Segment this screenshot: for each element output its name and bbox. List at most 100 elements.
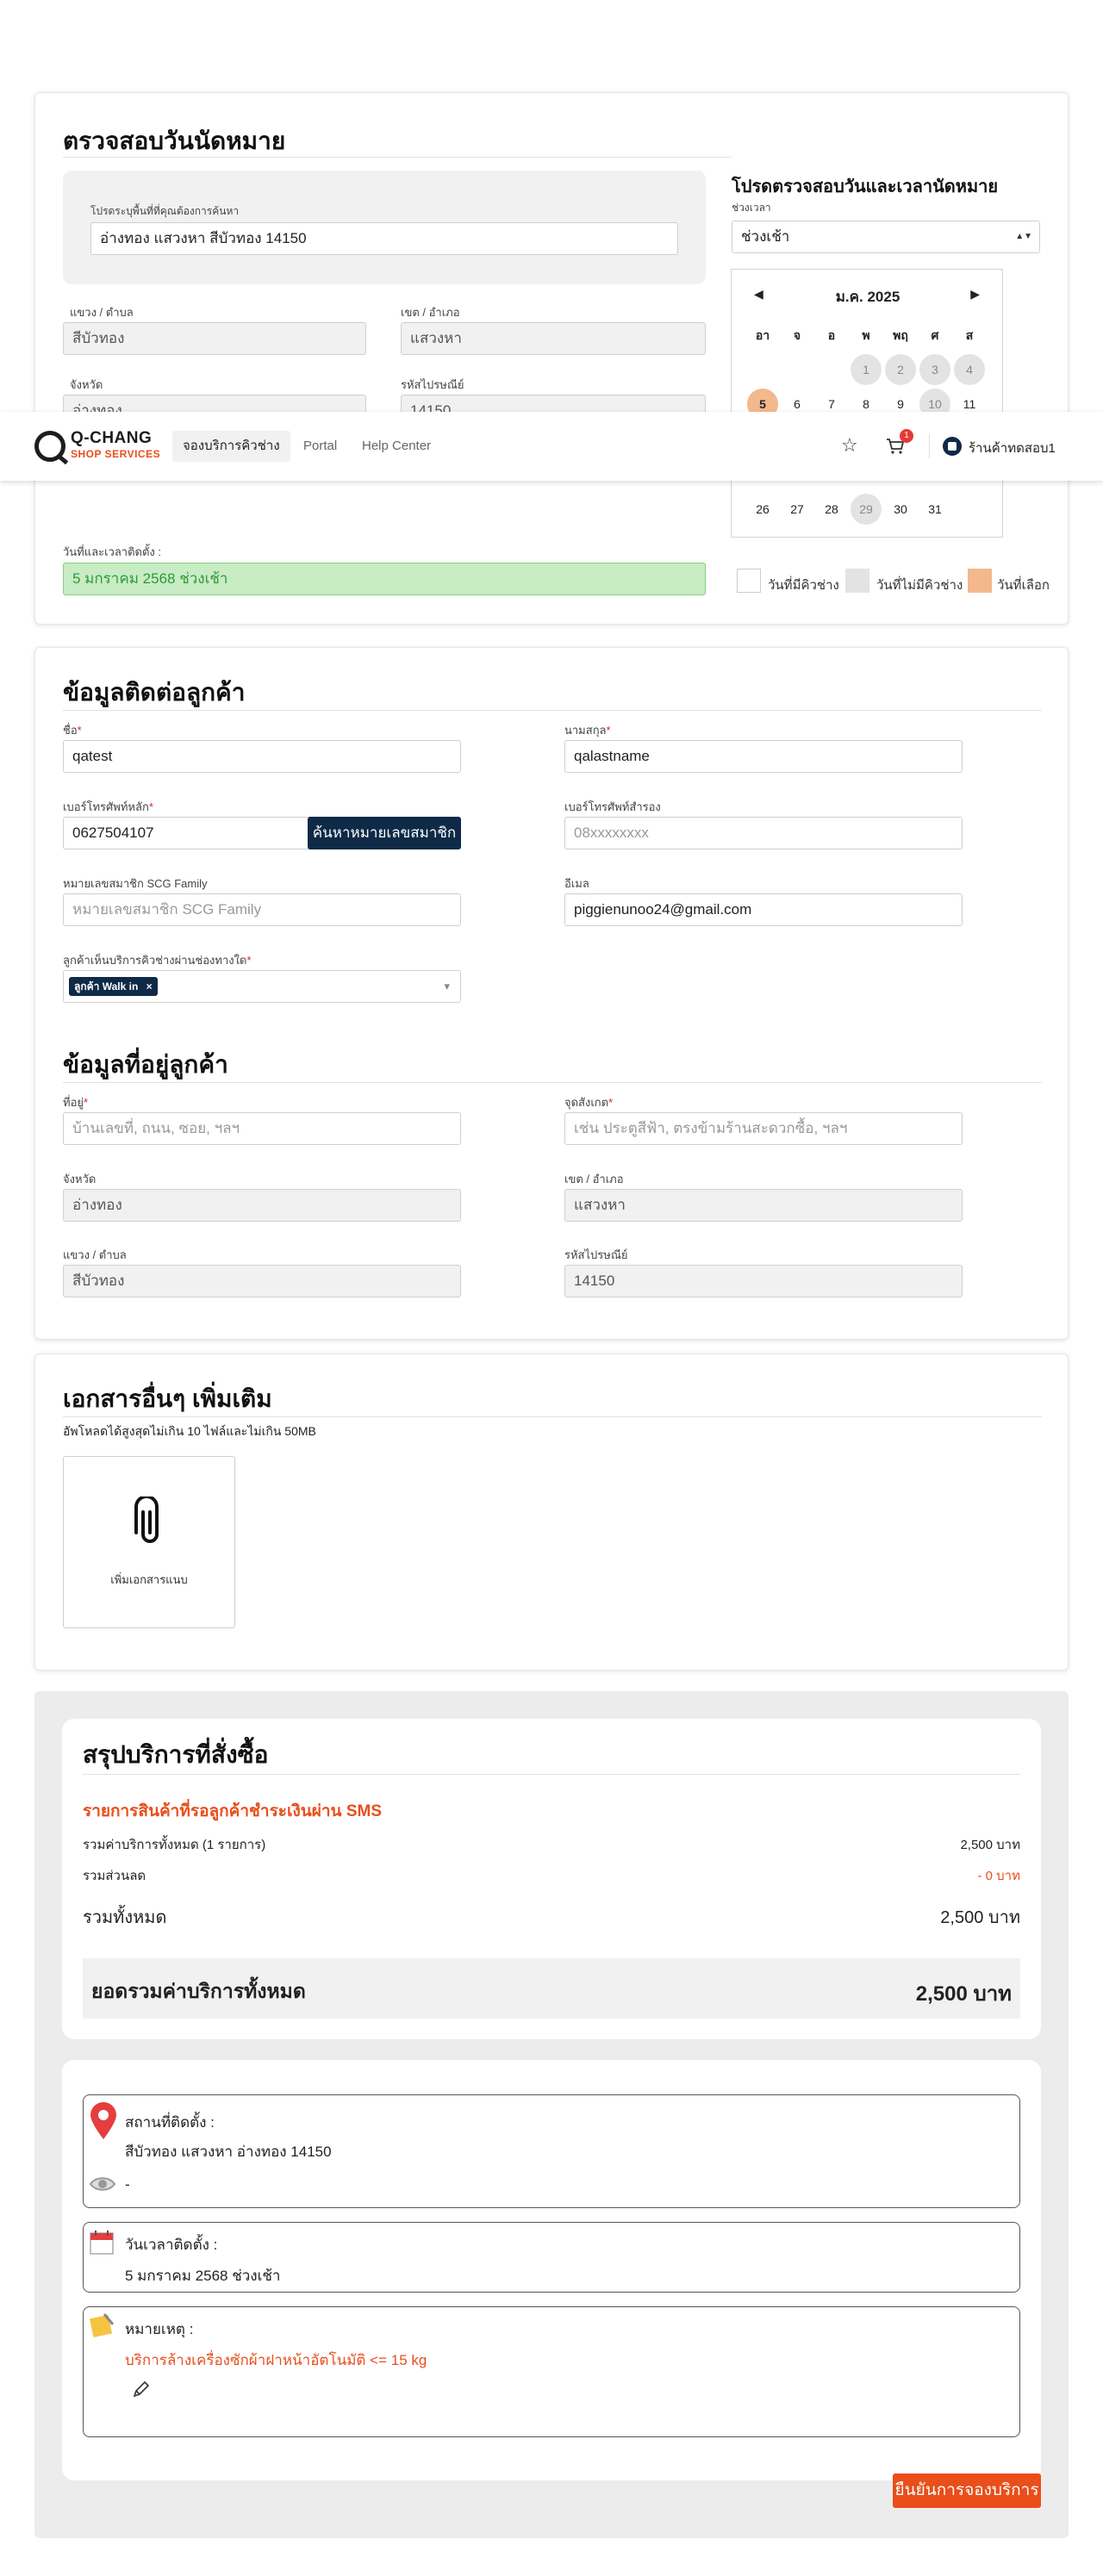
weekday-label: พฤ xyxy=(893,328,908,342)
legend-unavailable-label: วันที่ไม่มีคิวช่าง xyxy=(876,578,963,593)
documents-divider xyxy=(63,1416,1042,1417)
edit-pencil-icon[interactable] xyxy=(132,2380,151,2403)
memo-icon xyxy=(89,2312,115,2343)
location-label: สถานที่ติดตั้ง : xyxy=(125,2114,215,2131)
calendar-month: ม.ค. 2025 xyxy=(835,289,900,305)
search-member-button[interactable]: ค้นหาหมายเลขสมาชิก xyxy=(308,817,461,849)
shop-avatar-icon[interactable] xyxy=(943,437,962,456)
calendar-day[interactable]: 30 xyxy=(885,494,916,525)
calendar-day: 2 xyxy=(885,354,916,385)
grand-total-value: 2,500 บาท xyxy=(915,1982,1012,2006)
header-divider xyxy=(929,434,930,458)
discount-value: - 0 บาท xyxy=(977,1869,1020,1883)
addr-postcode-label: รหัสไปรษณีย์ xyxy=(564,1248,628,1261)
weekday-label: ส xyxy=(965,328,974,342)
documents-subtitle: อัพโหลดได้สูงสุดไม่เกิน 10 ไฟล์และไม่เกิ… xyxy=(63,1424,316,1438)
landmark-label: จุดสังเกต* xyxy=(564,1096,614,1109)
documents-title: เอกสารอื่นๆ เพิ่มเติม xyxy=(63,1385,272,1412)
first-name-input[interactable]: qatest xyxy=(63,740,461,773)
legend-available-label: วันที่มีคิวช่าง xyxy=(768,578,839,593)
legend-available-swatch xyxy=(737,569,761,593)
weekday-label: ศ xyxy=(931,328,939,342)
calendar-day[interactable]: 31 xyxy=(919,494,950,525)
calendar-next-icon[interactable]: ▶ xyxy=(970,287,980,302)
remark-value: บริการล้างเครื่องซักผ้าฝาหน้าอัตโนมัติ <… xyxy=(125,2352,427,2368)
remark-label: หมายเหตุ : xyxy=(125,2321,194,2337)
email-label: อีเมล xyxy=(564,877,589,890)
calendar-day[interactable]: 27 xyxy=(782,494,813,525)
customer-title: ข้อมูลติดต่อลูกค้า xyxy=(63,679,246,706)
address-divider xyxy=(63,1082,1042,1083)
alt-phone-label: เบอร์โทรศัพท์สำรอง xyxy=(564,800,661,813)
member-input[interactable]: หมายเลขสมาชิก SCG Family xyxy=(63,893,461,926)
calendar-day[interactable]: 28 xyxy=(816,494,847,525)
customer-divider xyxy=(63,710,1042,711)
add-document-label: เพิ่มเอกสารแนบ xyxy=(110,1573,188,1586)
total-label: รวมทั้งหมด xyxy=(83,1908,167,1927)
calendar-day[interactable]: 26 xyxy=(747,494,778,525)
cart-count-badge: 1 xyxy=(900,429,913,443)
alt-phone-input[interactable]: 08xxxxxxxx xyxy=(564,817,963,849)
addr-subdistrict-field: สีบัวทอง xyxy=(63,1265,461,1297)
area-input[interactable]: อ่างทอง แสวงหา สีบัวทอง 14150 xyxy=(90,222,678,255)
weekday-label: อ xyxy=(827,328,836,342)
calendar-icon xyxy=(89,2230,115,2260)
slot-select[interactable]: ช่วงเช้า ▲▼ xyxy=(732,221,1040,253)
dropdown-caret-icon: ▾ xyxy=(444,980,450,992)
weekday-label: อา xyxy=(755,328,770,342)
check-title: โปรดตรวจสอบวันและเวลานัดหมาย xyxy=(732,177,999,196)
summary-card: สรุปบริการที่สั่งซื้อ รายการสินค้าที่รอล… xyxy=(62,1719,1041,2039)
landmark-input[interactable]: เช่น ประตูสีฟ้า, ตรงข้ามร้านสะดวกซื้อ, ฯ… xyxy=(564,1112,963,1145)
logo-subtext[interactable]: SHOP SERVICES xyxy=(71,448,160,460)
phone-input[interactable]: 0627504107 xyxy=(63,817,321,849)
province-label: จังหวัด xyxy=(70,378,103,391)
subtotal-label: รวมค่าบริการทั้งหมด (1 รายการ) xyxy=(83,1838,266,1852)
appointment-title: ตรวจสอบวันนัดหมาย xyxy=(63,128,286,154)
q-chang-logo-icon[interactable] xyxy=(34,431,65,462)
grand-total-label: ยอดรวมค่าบริการทั้งหมด xyxy=(91,1980,306,2002)
grand-total-bar: ยอดรวมค่าบริการทั้งหมด 2,500 บาท xyxy=(83,1958,1020,2019)
favorite-star-icon[interactable]: ☆ xyxy=(841,434,858,457)
email-input[interactable]: piggienunoo24@gmail.com xyxy=(564,893,963,926)
install-date-box: วันเวลาติดตั้ง : 5 มกราคม 2568 ช่วงเช้า xyxy=(83,2222,1020,2293)
confirm-booking-button[interactable]: ยืนยันการจองบริการ xyxy=(893,2473,1041,2508)
phone-label: เบอร์โทรศัพท์หลัก* xyxy=(63,800,153,813)
install-date-value: 5 มกราคม 2568 ช่วงเช้า xyxy=(125,2268,281,2284)
location-note: - xyxy=(125,2176,130,2193)
channel-select[interactable]: ลูกค้า Walk in × ▾ xyxy=(63,970,461,1003)
nav-help-center[interactable]: Help Center xyxy=(352,431,441,462)
subdistrict-field: สีบัวทอง xyxy=(63,322,366,355)
chip-remove-icon[interactable]: × xyxy=(146,980,153,992)
location-value: สีบัวทอง แสวงหา อ่างทอง 14150 xyxy=(125,2144,332,2160)
last-name-label: นามสกุล* xyxy=(564,724,611,737)
order-summary-section: สรุปบริการที่สั่งซื้อ รายการสินค้าที่รอล… xyxy=(34,1691,1069,2538)
slot-label: ช่วงเวลา xyxy=(732,202,771,214)
addr-province-field: อ่างทอง xyxy=(63,1189,461,1222)
subdistrict-label: แขวง / ตำบล xyxy=(70,306,134,319)
legend-unavailable-swatch xyxy=(845,569,869,593)
last-name-input[interactable]: qalastname xyxy=(564,740,963,773)
remark-box: หมายเหตุ : บริการล้างเครื่องซักผ้าฝาหน้า… xyxy=(83,2306,1020,2437)
addr-subdistrict-label: แขวง / ตำบล xyxy=(63,1248,127,1261)
select-arrows-icon: ▲▼ xyxy=(1015,232,1032,241)
legend-selected-swatch xyxy=(968,569,992,593)
customer-card: ข้อมูลติดต่อลูกค้า ชื่อ* qatest นามสกุล*… xyxy=(34,647,1069,1340)
nav-portal[interactable]: Portal xyxy=(293,431,347,462)
datetime-label: วันที่และเวลาติดตั้ง : xyxy=(63,545,161,558)
addr-postcode-field: 14150 xyxy=(564,1265,963,1297)
shop-name[interactable]: ร้านค้าทดสอบ1 xyxy=(969,438,1056,458)
add-document-tile[interactable]: เพิ่มเอกสารแนบ xyxy=(63,1456,235,1628)
calendar-day: 4 xyxy=(954,354,985,385)
details-card: สถานที่ติดตั้ง : สีบัวทอง แสวงหา อ่างทอง… xyxy=(62,2060,1041,2480)
nav-book-service[interactable]: จองบริการคิวช่าง xyxy=(172,431,290,462)
install-date-label: วันเวลาติดตั้ง : xyxy=(125,2237,218,2253)
weekday-label: พ xyxy=(862,328,870,342)
discount-label: รวมส่วนลด xyxy=(83,1869,146,1883)
first-name-label: ชื่อ* xyxy=(63,724,82,737)
weekday-label: จ xyxy=(793,328,801,342)
logo-text[interactable]: Q-CHANG xyxy=(71,429,152,448)
location-pin-icon xyxy=(89,2102,118,2144)
address-input[interactable]: บ้านเลขที่, ถนน, ซอย, ฯลฯ xyxy=(63,1112,461,1145)
postcode-label: รหัสไปรษณีย์ xyxy=(401,378,464,391)
eye-icon xyxy=(89,2175,116,2198)
